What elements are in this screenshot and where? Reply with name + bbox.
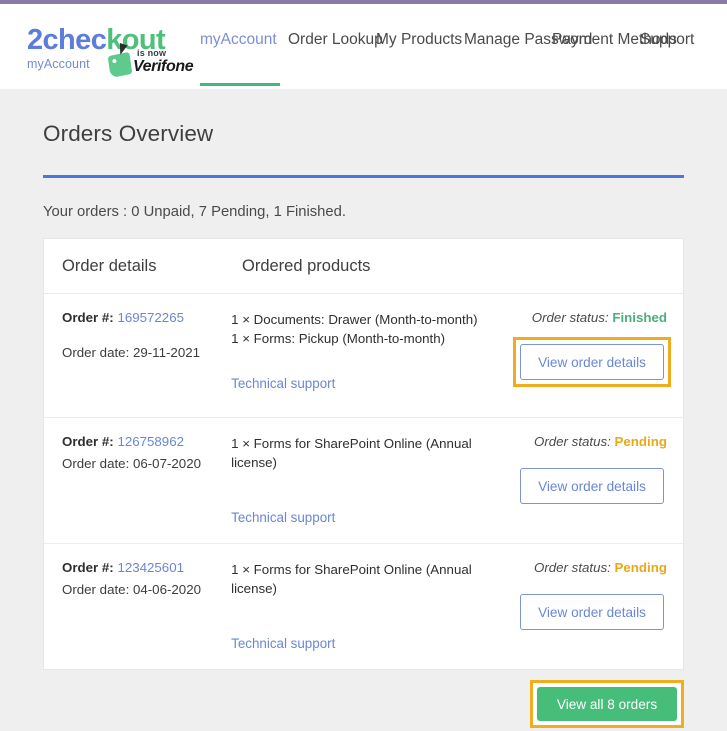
order-number-line: Order #: 169572265: [62, 310, 231, 325]
order-number-link[interactable]: 126758962: [117, 434, 184, 449]
order-number-link[interactable]: 169572265: [117, 310, 184, 325]
view-order-details-button[interactable]: View order details: [520, 468, 664, 504]
order-date-value: 04-06-2020: [132, 582, 201, 597]
page-body: Orders Overview Your orders : 0 Unpaid, …: [0, 89, 727, 731]
status-badge: Pending: [614, 560, 667, 575]
order-date-label: Order date:: [62, 456, 130, 471]
order-status-cell: Order status: Pending View order details: [513, 434, 683, 525]
order-number-line: Order #: 126758962: [62, 434, 231, 449]
verifone-lockup: is now Verifone: [107, 43, 197, 79]
column-header-ordered-products: Ordered products: [242, 257, 371, 275]
view-order-details-wrap: View order details: [513, 587, 671, 637]
ordered-products-cell: 1 × Documents: Drawer (Month-to-month) 1…: [231, 310, 513, 399]
ordered-products-cell: 1 × Forms for SharePoint Online (Annual …: [231, 560, 513, 651]
order-date-line: Order date: 04-06-2020: [62, 582, 231, 597]
orders-card-footer: View all 8 orders: [0, 670, 727, 728]
site-header: 2checkout myAccount is now Verifone myAc…: [0, 4, 727, 89]
product-line: 1 × Forms for SharePoint Online (Annual …: [231, 562, 472, 596]
page-title: Orders Overview: [43, 121, 214, 146]
order-date-value: 06-07-2020: [132, 456, 201, 471]
orders-summary-text: Your orders : 0 Unpaid, 7 Pending, 1 Fin…: [43, 204, 346, 220]
order-status-label: Order status:: [533, 560, 611, 575]
product-line: 1 × Forms for SharePoint Online (Annual …: [231, 436, 472, 470]
order-date-label: Order date:: [62, 582, 130, 597]
table-row: Order #: 123425601 Order date: 04-06-202…: [44, 544, 683, 669]
nav-item-myaccount[interactable]: myAccount: [200, 30, 288, 86]
order-status-line: Order status: Finished: [532, 310, 677, 325]
order-number-label: Order #:: [62, 434, 114, 449]
view-order-details-wrap: View order details: [513, 461, 671, 511]
nav-item-manage-password[interactable]: Manage Password: [464, 30, 592, 50]
order-details-cell: Order #: 169572265 Order date: 29-11-202…: [44, 310, 231, 399]
brand-logo[interactable]: 2checkout myAccount is now Verifone: [27, 24, 194, 79]
order-status-label: Order status:: [533, 434, 611, 449]
view-order-details-highlight: View order details: [513, 337, 671, 387]
is-now-label: is now: [137, 48, 167, 58]
technical-support-link[interactable]: Technical support: [231, 376, 513, 391]
status-badge: Finished: [612, 310, 667, 325]
table-row: Order #: 169572265 Order date: 29-11-202…: [44, 294, 683, 418]
nav-item-payment-methods[interactable]: Payment Methods: [552, 30, 677, 50]
verifone-brand-label: Verifone: [133, 58, 194, 75]
order-number-label: Order #:: [62, 560, 114, 575]
order-number-line: Order #: 123425601: [62, 560, 231, 575]
nav-active-underline: [200, 83, 280, 86]
nav-item-support[interactable]: Support: [640, 30, 727, 50]
orders-table-card: Order details Ordered products Order #: …: [43, 238, 684, 670]
nav-label-myaccount: myAccount: [200, 31, 277, 48]
status-badge: Pending: [614, 434, 667, 449]
view-order-details-button[interactable]: View order details: [520, 344, 664, 380]
main-navigation: myAccount Order Lookup My Products Manag…: [200, 30, 727, 86]
order-details-cell: Order #: 123425601 Order date: 04-06-202…: [44, 560, 231, 651]
column-header-order-details: Order details: [62, 257, 157, 275]
order-date-line: Order date: 29-11-2021: [62, 345, 231, 360]
logo-text-blue: 2chec: [27, 24, 107, 56]
view-order-details-button[interactable]: View order details: [520, 594, 664, 630]
order-number-link[interactable]: 123425601: [117, 560, 184, 575]
nav-item-my-products[interactable]: My Products: [376, 30, 464, 50]
orders-table-header: Order details Ordered products: [44, 239, 683, 294]
view-all-orders-button[interactable]: View all 8 orders: [537, 687, 677, 721]
order-date-value: 29-11-2021: [132, 345, 200, 360]
order-number-label: Order #:: [62, 310, 114, 325]
order-status-cell: Order status: Finished View order detail…: [513, 310, 683, 399]
ordered-products-cell: 1 × Forms for SharePoint Online (Annual …: [231, 434, 513, 525]
order-status-line: Order status: Pending: [534, 560, 677, 575]
view-all-orders-highlight: View all 8 orders: [530, 680, 684, 728]
order-status-line: Order status: Pending: [534, 434, 677, 449]
order-status-label: Order status:: [531, 310, 609, 325]
order-details-cell: Order #: 126758962 Order date: 06-07-202…: [44, 434, 231, 525]
order-date-label: Order date:: [62, 345, 130, 360]
technical-support-link[interactable]: Technical support: [231, 636, 513, 651]
order-status-cell: Order status: Pending View order details: [513, 560, 683, 651]
product-line: 1 × Forms: Pickup (Month-to-month): [231, 331, 446, 346]
nav-item-order-lookup[interactable]: Order Lookup: [288, 30, 383, 50]
product-line: 1 × Documents: Drawer (Month-to-month): [231, 312, 478, 327]
technical-support-link[interactable]: Technical support: [231, 510, 513, 525]
table-row: Order #: 126758962 Order date: 06-07-202…: [44, 418, 683, 544]
order-date-line: Order date: 06-07-2020: [62, 456, 231, 471]
price-tag-icon: [107, 51, 133, 79]
